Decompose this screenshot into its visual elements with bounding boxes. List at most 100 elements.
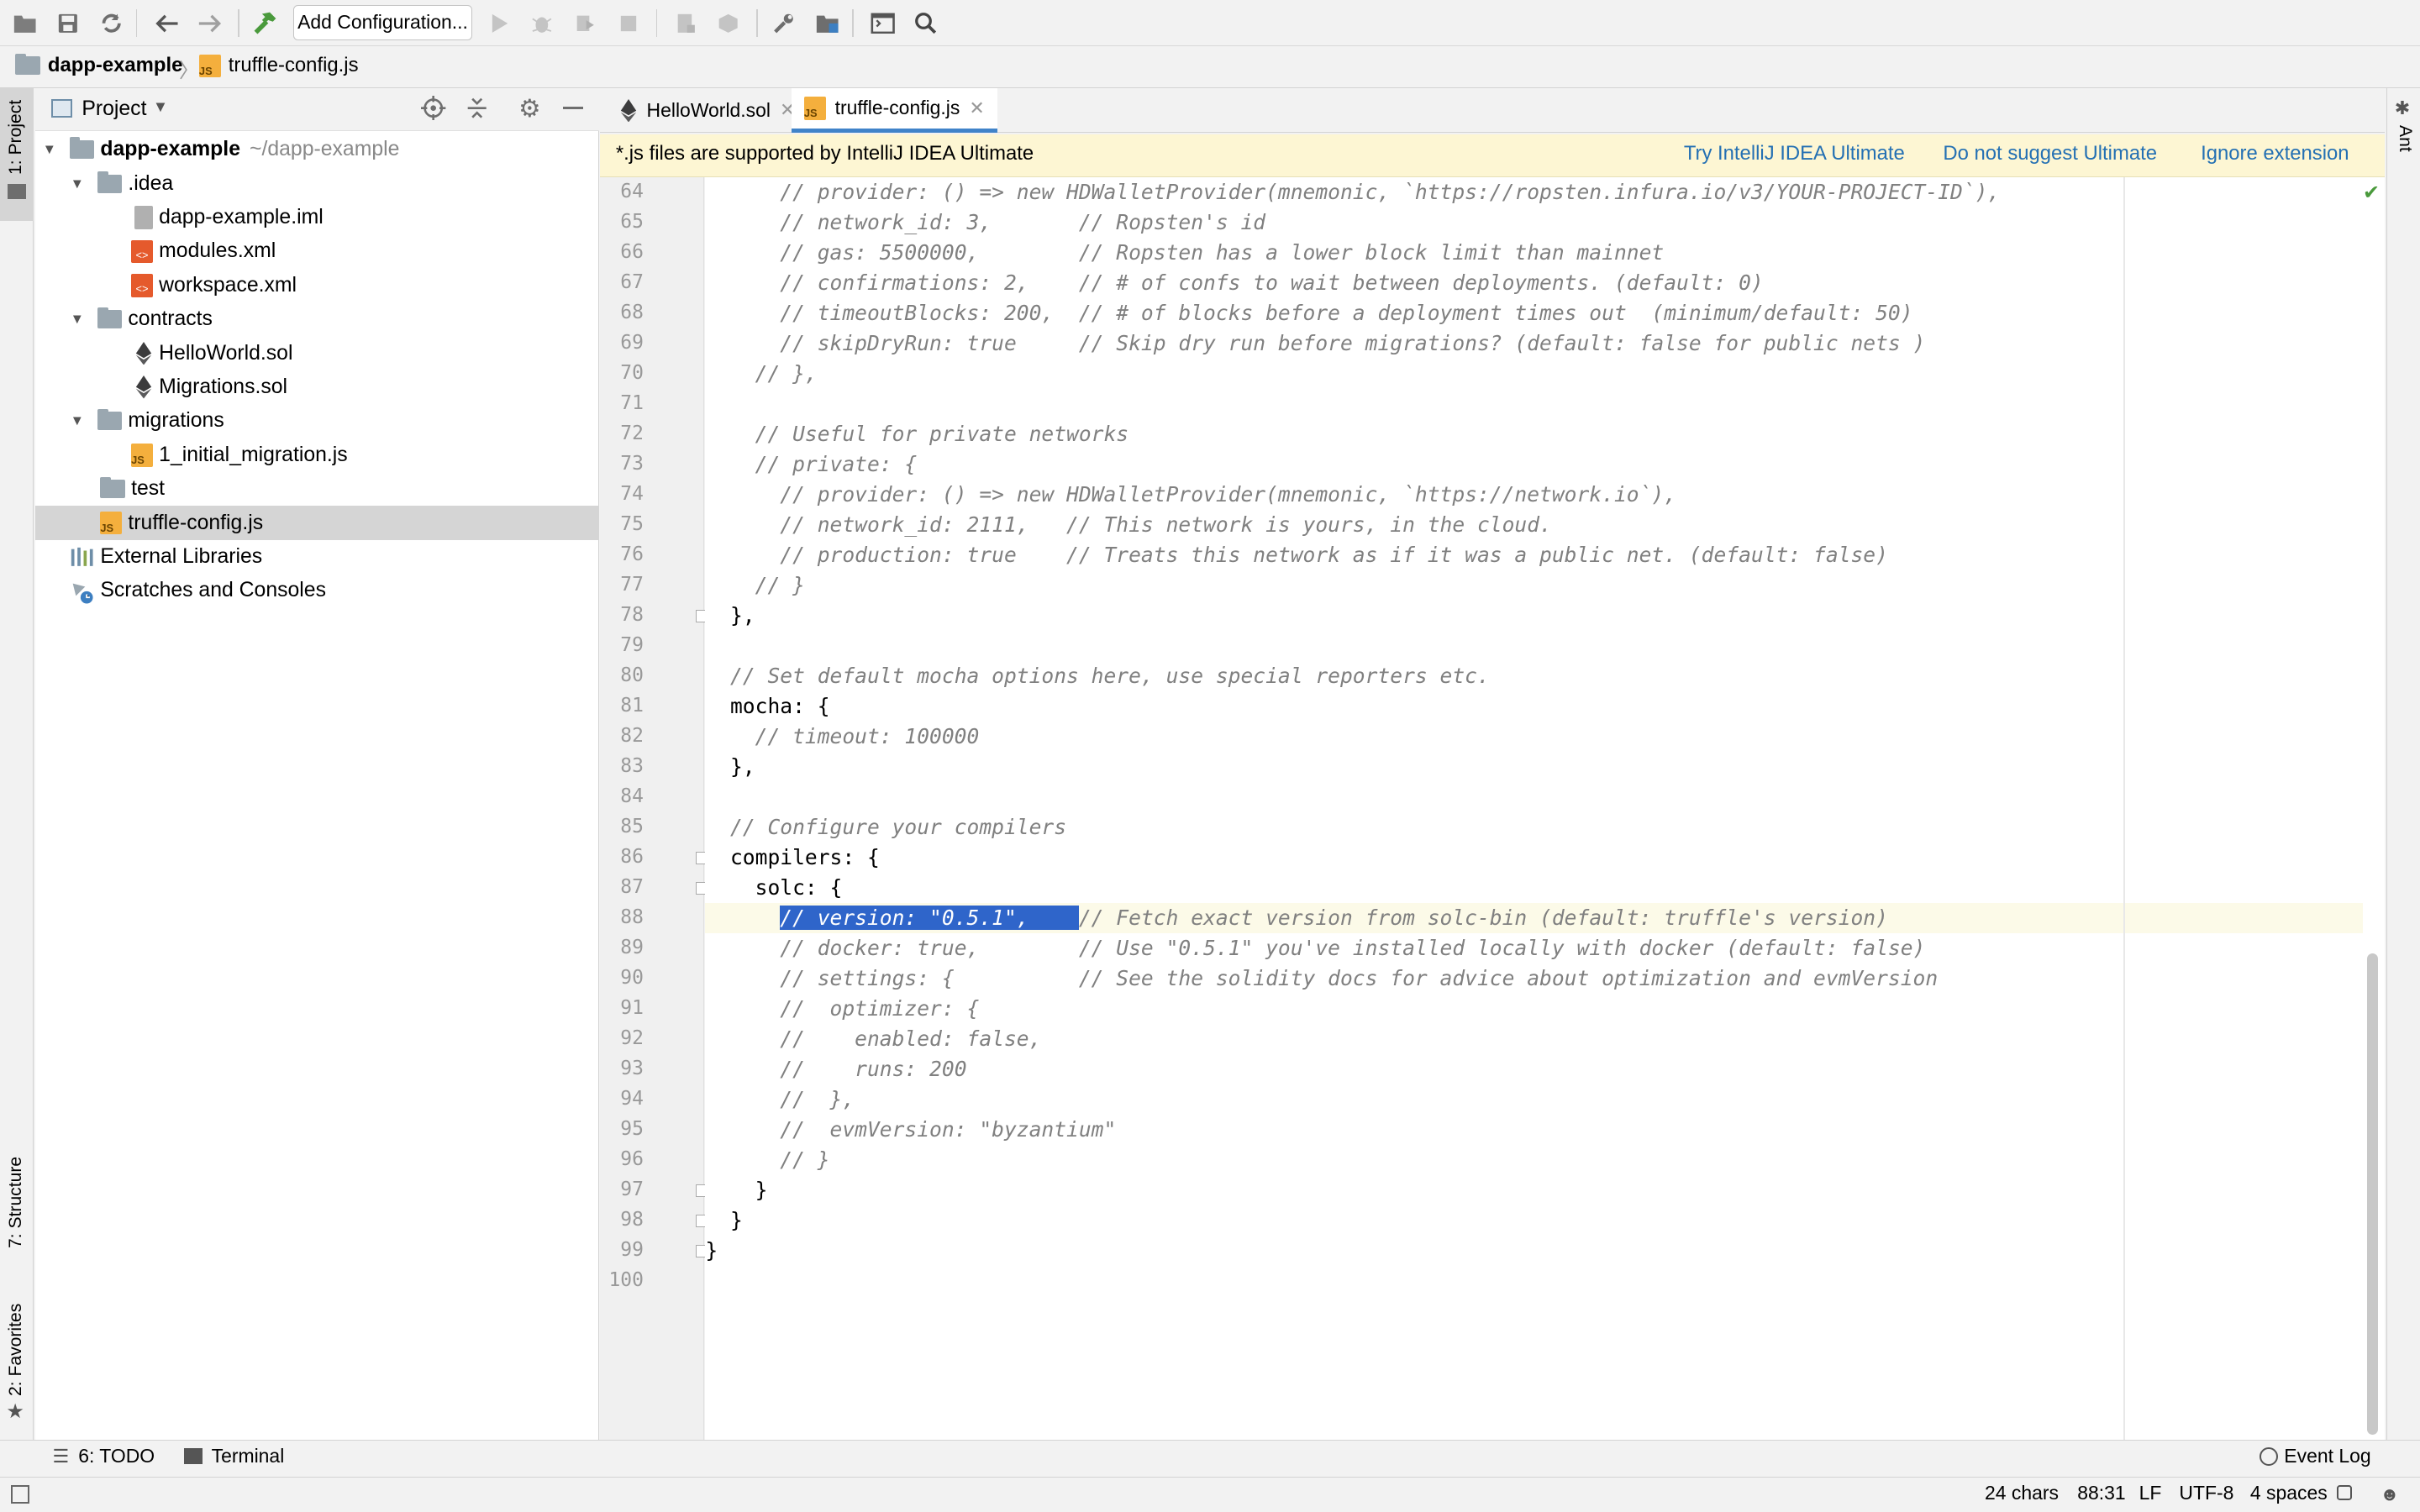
tree-node-contracts[interactable]: ▼ contracts: [35, 302, 598, 336]
favorites-tool-button[interactable]: 2: Favorites ★: [0, 1291, 34, 1430]
tool-windows-toggle-icon[interactable]: [10, 1484, 29, 1504]
close-icon[interactable]: ✕: [969, 97, 984, 119]
code-line[interactable]: // confirmations: 2, // # of confs to wa…: [705, 268, 2384, 298]
tree-node-root[interactable]: ▼ dapp-example ~/dapp-example: [35, 133, 598, 166]
tree-node-idea[interactable]: ▼ .idea: [35, 166, 598, 200]
inspector-icon[interactable]: ☻: [2380, 1483, 2399, 1505]
tab-helloworld-sol[interactable]: HelloWorld.sol ✕: [607, 88, 808, 133]
project-view-selector[interactable]: Project: [82, 97, 146, 121]
tree-node-external-libraries[interactable]: External Libraries: [35, 540, 598, 574]
line-number[interactable]: 91: [600, 997, 644, 1019]
back-icon[interactable]: [151, 8, 182, 39]
code-line[interactable]: // network_id: 3, // Ropsten's id: [705, 207, 2384, 238]
code-line[interactable]: [705, 631, 2384, 661]
tree-node-modules-xml[interactable]: <> modules.xml: [35, 234, 598, 268]
lock-icon[interactable]: [2336, 1484, 2353, 1501]
code-line[interactable]: solc: {: [705, 873, 2384, 903]
line-number[interactable]: 82: [600, 725, 644, 747]
code-line[interactable]: // Useful for private networks: [705, 419, 2384, 449]
line-number[interactable]: 86: [600, 846, 644, 868]
project-tool-button[interactable]: 1: Project: [0, 87, 34, 221]
line-number[interactable]: 72: [600, 423, 644, 444]
line-number[interactable]: 97: [600, 1179, 644, 1200]
try-ultimate-link[interactable]: Try IntelliJ IDEA Ultimate: [1684, 142, 1905, 165]
line-number[interactable]: 70: [600, 362, 644, 384]
line-number[interactable]: 77: [600, 574, 644, 596]
indent-setting[interactable]: 4 spaces: [2250, 1482, 2328, 1504]
line-number[interactable]: 68: [600, 302, 644, 323]
code-line[interactable]: // network_id: 2111, // This network is …: [705, 510, 2384, 540]
line-number[interactable]: 88: [600, 906, 644, 928]
build-hammer-icon[interactable]: [250, 8, 281, 39]
line-number[interactable]: 92: [600, 1027, 644, 1049]
code-line[interactable]: // production: true // Treats this netwo…: [705, 540, 2384, 570]
code-line[interactable]: // }: [705, 1145, 2384, 1175]
project-structure-icon[interactable]: [812, 8, 843, 39]
ant-tool-button[interactable]: ✱ Ant: [2387, 94, 2420, 171]
code-line[interactable]: // Configure your compilers: [705, 812, 2384, 843]
line-number[interactable]: 87: [600, 876, 644, 898]
line-number[interactable]: 100: [600, 1269, 643, 1291]
code-line[interactable]: // timeout: 100000: [705, 722, 2384, 752]
code-line[interactable]: // evmVersion: "byzantium": [705, 1115, 2384, 1145]
add-configuration-button[interactable]: Add Configuration...: [292, 4, 473, 40]
code-line[interactable]: }: [705, 1236, 2384, 1266]
scrollbar-thumb[interactable]: [2367, 953, 2379, 1436]
minimize-icon[interactable]: [563, 106, 584, 110]
tree-node-migrations-sol[interactable]: Migrations.sol: [35, 370, 598, 404]
tree-node-iml[interactable]: dapp-example.iml: [35, 201, 598, 234]
terminal-window-icon[interactable]: [867, 8, 898, 39]
line-number[interactable]: 98: [600, 1209, 644, 1231]
tree-node-test[interactable]: test: [35, 472, 598, 506]
code-line[interactable]: // provider: () => new HDWalletProvider(…: [705, 480, 2384, 510]
settings-wrench-icon[interactable]: [769, 8, 800, 39]
search-icon[interactable]: [911, 8, 942, 39]
locate-icon[interactable]: [421, 95, 446, 126]
line-number[interactable]: 74: [600, 483, 644, 505]
sync-icon[interactable]: [96, 8, 127, 39]
expand-arrow-icon[interactable]: ▼: [70, 176, 85, 192]
line-number[interactable]: 83: [600, 755, 644, 777]
breadcrumb-file[interactable]: JS truffle-config.js: [198, 54, 359, 78]
todo-tool-button[interactable]: ☰ 6: TODO: [52, 1445, 155, 1467]
expand-arrow-icon[interactable]: ▼: [70, 412, 85, 429]
line-number[interactable]: 95: [600, 1118, 644, 1140]
code-line[interactable]: // }: [705, 570, 2384, 601]
tree-node-helloworld-sol[interactable]: HelloWorld.sol: [35, 336, 598, 370]
chevron-down-icon[interactable]: ▼: [153, 97, 168, 116]
line-number[interactable]: 79: [600, 634, 644, 656]
line-number[interactable]: 96: [600, 1148, 644, 1170]
file-encoding[interactable]: UTF-8: [2179, 1482, 2233, 1504]
line-number[interactable]: 75: [600, 513, 644, 535]
ignore-extension-link[interactable]: Ignore extension: [2201, 142, 2349, 165]
selected-text[interactable]: // version: "0.5.1",: [780, 906, 1079, 931]
code-line[interactable]: },: [705, 752, 2384, 782]
tab-truffle-config[interactable]: JS truffle-config.js ✕: [792, 87, 997, 133]
line-number[interactable]: 93: [600, 1058, 644, 1079]
expand-arrow-icon[interactable]: ▼: [42, 141, 57, 158]
editor-gutter[interactable]: 64 65 66 67 68 69 70 71 72 73 74 75 76 77 78 79 80 81 82 83…: [600, 177, 744, 1440]
caret-position[interactable]: 88:31: [2077, 1482, 2125, 1504]
stop-icon[interactable]: [613, 8, 644, 39]
line-number[interactable]: 64: [600, 181, 644, 202]
code-line[interactable]: }: [705, 1175, 2384, 1205]
line-separator[interactable]: LF: [2139, 1482, 2162, 1504]
line-number[interactable]: 71: [600, 392, 644, 414]
line-number[interactable]: 90: [600, 967, 644, 989]
run-icon[interactable]: [485, 8, 516, 39]
line-number[interactable]: 65: [600, 211, 644, 233]
gear-icon[interactable]: ⚙: [518, 94, 540, 123]
code-line[interactable]: [705, 389, 2384, 419]
code-line[interactable]: // },: [705, 359, 2384, 389]
code-line[interactable]: // private: {: [705, 449, 2384, 480]
line-number[interactable]: 99: [600, 1239, 644, 1261]
code-line[interactable]: [705, 782, 2384, 812]
line-number[interactable]: 89: [600, 937, 644, 958]
code-line[interactable]: // timeoutBlocks: 200, // # of blocks be…: [705, 298, 2384, 328]
line-number[interactable]: 84: [600, 785, 644, 807]
collapse-all-icon[interactable]: [465, 96, 489, 126]
line-number[interactable]: 73: [600, 453, 644, 475]
line-number[interactable]: 85: [600, 816, 644, 837]
run-with-coverage-icon[interactable]: [570, 8, 601, 39]
code-line[interactable]: // Set default mocha options here, use s…: [705, 661, 2384, 691]
